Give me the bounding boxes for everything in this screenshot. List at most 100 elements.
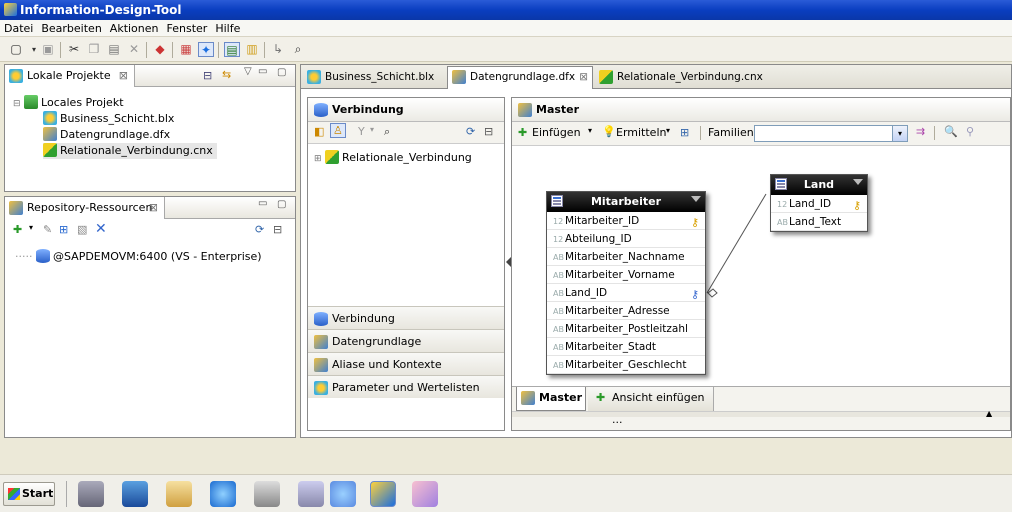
table-column[interactable]: 12 Abteilung_ID xyxy=(547,230,705,248)
close-icon[interactable]: ⊠ xyxy=(579,67,588,88)
table-column[interactable]: ABMitarbeiter_Nachname xyxy=(547,248,705,266)
tree-item-blx[interactable]: Business_Schicht.blx xyxy=(43,111,174,127)
table-mitarbeiter[interactable]: Mitarbeiter 12 Mitarbeiter_ID ⚷ 12 Abteilung… xyxy=(546,191,706,375)
detect-button[interactable]: Ermitteln xyxy=(616,126,666,139)
filter-icon[interactable]: Y xyxy=(358,125,365,138)
delete-icon[interactable]: ✕ xyxy=(95,221,107,237)
table-column[interactable]: ABLand_ID ⚷ xyxy=(547,284,705,302)
layer-icon[interactable]: ▥ xyxy=(244,42,260,57)
foundation-icon[interactable]: ▤ xyxy=(224,42,240,57)
explorer-icon[interactable] xyxy=(166,481,192,507)
new-icon[interactable]: ▢ xyxy=(8,42,24,57)
services-icon[interactable] xyxy=(254,481,280,507)
find-icon[interactable]: 🔍 xyxy=(944,125,958,138)
tab-local-projects[interactable]: Lokale Projekte ⊠ xyxy=(5,65,135,87)
editor-tab-cnx[interactable]: Relationale_Verbindung.cnx xyxy=(595,67,763,89)
zoom-icon[interactable]: ⚲ xyxy=(966,125,974,138)
search-icon[interactable]: ⌕ xyxy=(384,125,390,139)
tree-item-project[interactable]: ⊟ Locales Projekt xyxy=(13,95,124,111)
table-header[interactable]: Land xyxy=(771,175,867,195)
properties-icon[interactable]: ▧ xyxy=(77,223,87,236)
tree-item-cnx[interactable]: Relationale_Verbindung.cnx xyxy=(43,143,217,159)
chevron-down-icon[interactable]: ▾ xyxy=(892,126,907,141)
repository-session[interactable]: ····· @SAPDEMOVM:6400 (VS - Enterprise) xyxy=(15,249,262,265)
maximize-icon[interactable]: ▢ xyxy=(277,67,286,78)
search-icon[interactable]: ⌕ xyxy=(290,42,306,57)
chevron-down-icon[interactable] xyxy=(691,196,701,202)
paint-icon[interactable] xyxy=(412,481,438,507)
collapse-all-icon[interactable]: ⊟ xyxy=(273,223,282,236)
table-column[interactable]: ABMitarbeiter_Geschlecht xyxy=(547,356,705,374)
horizontal-scrollbar[interactable] xyxy=(512,411,1010,417)
cut-icon[interactable]: ✂ xyxy=(66,42,82,57)
insert-icon[interactable]: ✚ xyxy=(518,126,527,139)
view-tab-insert[interactable]: ✚ Ansicht einfügen ... xyxy=(588,387,714,426)
maximize-icon[interactable]: ▢ xyxy=(277,199,286,210)
collapse-icon[interactable]: ⊟ xyxy=(13,99,21,109)
copy-icon[interactable]: ❐ xyxy=(86,42,102,57)
start-button[interactable]: Start xyxy=(3,482,55,506)
minimize-icon[interactable]: ▭ xyxy=(258,66,267,77)
menu-fenster[interactable]: Fenster xyxy=(163,20,212,35)
layout-icon[interactable]: ⊞ xyxy=(680,126,689,139)
show-values-icon[interactable]: ♙ xyxy=(330,123,346,138)
paste-icon[interactable]: ▤ xyxy=(106,42,122,57)
close-icon[interactable]: ⊠ xyxy=(119,65,128,87)
detect-icon[interactable]: 💡 xyxy=(602,125,616,138)
sap-icon[interactable] xyxy=(330,481,356,507)
accordion-datengrundlage[interactable]: Datengrundlage xyxy=(308,329,504,352)
server-manager-icon[interactable] xyxy=(78,481,104,507)
dropdown-arrow-icon[interactable]: ▾ xyxy=(29,223,33,232)
editor-tab-blx[interactable]: Business_Schicht.blx xyxy=(303,67,445,89)
dropdown-arrow-icon[interactable]: ▾ xyxy=(666,126,670,135)
tree-item-dfx[interactable]: Datengrundlage.dfx xyxy=(43,127,170,143)
tab-repository[interactable]: Repository-Ressourcen ⊠ xyxy=(5,197,165,219)
menu-hilfe[interactable]: Hilfe xyxy=(211,20,244,35)
view-menu-icon[interactable]: ▽ xyxy=(244,66,252,77)
link-editor-icon[interactable]: ⇆ xyxy=(222,68,231,81)
family-color-icon[interactable]: ⇉ xyxy=(916,125,925,138)
close-icon[interactable]: ⊠ xyxy=(149,197,158,219)
add-icon[interactable]: ✚ xyxy=(13,223,22,236)
diagram-canvas[interactable]: Mitarbeiter 12 Mitarbeiter_ID ⚷ 12 Abteilung… xyxy=(512,146,1010,386)
view-tab-master[interactable]: Master xyxy=(516,387,586,411)
accordion-parameter[interactable]: Parameter und Wertelisten xyxy=(308,375,504,398)
table-column[interactable]: ABMitarbeiter_Postleitzahl xyxy=(547,320,705,338)
accordion-verbindung[interactable]: Verbindung xyxy=(308,306,504,329)
families-select[interactable]: ▾ xyxy=(754,125,908,142)
powershell-icon[interactable] xyxy=(122,481,148,507)
dropdown-arrow-icon[interactable]: ▾ xyxy=(588,126,592,135)
table-header[interactable]: Mitarbeiter xyxy=(547,192,705,212)
table-land[interactable]: Land 12 Land_ID ⚷ ABLand_Text xyxy=(770,174,868,232)
expand-icon[interactable]: ⊞ xyxy=(314,154,322,164)
table-column[interactable]: ABMitarbeiter_Stadt xyxy=(547,338,705,356)
idt-perspective-icon[interactable]: ✦ xyxy=(198,42,214,57)
menu-datei[interactable]: Datei xyxy=(0,20,37,35)
information-design-tool-icon[interactable] xyxy=(370,481,396,507)
delete-icon[interactable]: ✕ xyxy=(126,42,142,57)
insert-button[interactable]: Einfügen xyxy=(532,126,581,139)
connection-tree-item[interactable]: ⊞ Relationale_Verbindung xyxy=(314,150,472,166)
connect-icon[interactable]: ◆ xyxy=(152,42,168,57)
table-column[interactable]: ABMitarbeiter_Adresse xyxy=(547,302,705,320)
tools-icon[interactable] xyxy=(298,481,324,507)
scroll-arrow-icon[interactable]: ▲ xyxy=(986,409,992,418)
insert-session-icon[interactable]: ⊞ xyxy=(59,223,68,236)
table-column[interactable]: ABLand_Text xyxy=(771,213,867,231)
collapse-all-icon[interactable]: ⊟ xyxy=(203,69,212,82)
accordion-aliase[interactable]: Aliase und Kontexte xyxy=(308,352,504,375)
edit-icon[interactable]: ✎ xyxy=(43,223,52,236)
dropdown-arrow-icon[interactable]: ▾ xyxy=(370,125,374,134)
perspective-icon[interactable]: ▦ xyxy=(178,42,194,57)
save-icon[interactable]: ▣ xyxy=(40,42,56,57)
query-icon[interactable]: ↳ xyxy=(270,42,286,57)
refresh-icon[interactable]: ⟳ xyxy=(255,223,264,236)
edit-connection-icon[interactable]: ◧ xyxy=(314,125,324,138)
table-column[interactable]: ABMitarbeiter_Vorname xyxy=(547,266,705,284)
minimize-icon[interactable]: ▭ xyxy=(258,198,267,209)
internet-explorer-icon[interactable] xyxy=(210,481,236,507)
refresh-icon[interactable]: ⟳ xyxy=(466,125,475,138)
collapse-all-icon[interactable]: ⊟ xyxy=(484,125,493,138)
table-column[interactable]: 12 Mitarbeiter_ID ⚷ xyxy=(547,212,705,230)
menu-bearbeiten[interactable]: Bearbeiten xyxy=(37,20,105,35)
